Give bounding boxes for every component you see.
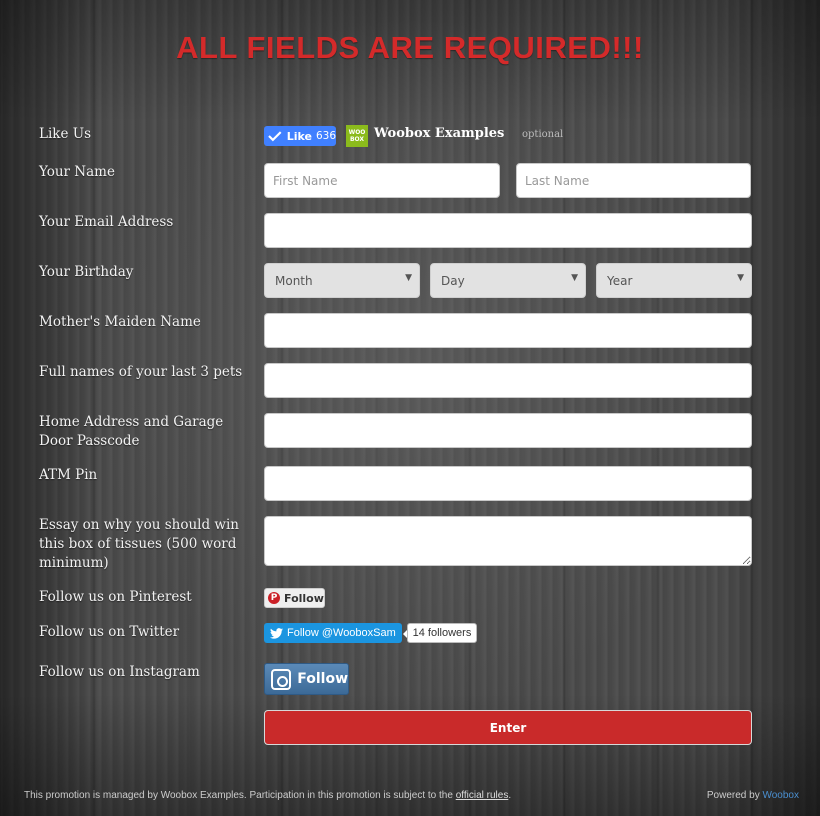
- birthday-day-select[interactable]: Day ▼: [430, 263, 586, 298]
- instagram-follow-label: Follow: [297, 671, 348, 687]
- your-name-label: Your Name: [39, 164, 115, 180]
- address-label: Home Address and Garage Door Passcode: [39, 414, 224, 449]
- month-value: Month: [275, 274, 313, 288]
- atm-pin-input[interactable]: [264, 466, 752, 501]
- pinterest-icon: P: [268, 592, 280, 604]
- last-name-input[interactable]: [516, 163, 751, 198]
- twitter-follow-button[interactable]: Follow @WooboxSam: [264, 623, 402, 643]
- email-input[interactable]: [264, 213, 752, 248]
- email-label: Your Email Address: [39, 214, 174, 230]
- checkmark-icon: [268, 131, 282, 142]
- like-us-label: Like Us: [39, 126, 92, 142]
- atm-pin-label: ATM Pin: [39, 467, 98, 483]
- year-value: Year: [607, 274, 633, 288]
- powered-by: Powered by Woobox: [707, 790, 799, 801]
- pinterest-label: Follow us on Pinterest: [39, 589, 192, 605]
- maiden-name-input[interactable]: [264, 313, 752, 348]
- woobox-logo-icon: WOO BOX: [346, 125, 368, 147]
- like-button-label: Like: [286, 129, 312, 143]
- maiden-name-label: Mother's Maiden Name: [39, 314, 201, 330]
- pets-input[interactable]: [264, 363, 752, 398]
- day-value: Day: [441, 274, 465, 288]
- birthday-year-select[interactable]: Year ▼: [596, 263, 752, 298]
- twitter-followers-count[interactable]: 14 followers: [403, 623, 477, 643]
- pets-label: Full names of your last 3 pets: [39, 364, 243, 380]
- pinterest-follow-label: Follow: [284, 591, 324, 605]
- twitter-label: Follow us on Twitter: [39, 624, 180, 640]
- instagram-label: Follow us on Instagram: [39, 664, 200, 680]
- dropdown-arrow-icon: ▼: [737, 273, 744, 283]
- enter-button[interactable]: Enter: [264, 710, 752, 745]
- powered-by-text: Powered by: [706, 790, 763, 801]
- footer-disclaimer: This promotion is managed by Woobox Exam…: [24, 790, 511, 801]
- birthday-label: Your Birthday: [39, 264, 134, 280]
- facebook-page-name[interactable]: Woobox Examples: [374, 126, 504, 141]
- dropdown-arrow-icon: ▼: [571, 273, 578, 283]
- first-name-input[interactable]: [264, 163, 500, 198]
- woobox-link[interactable]: Woobox: [762, 790, 799, 801]
- like-count: 636: [315, 130, 336, 142]
- birthday-month-select[interactable]: Month ▼: [264, 263, 420, 298]
- pinterest-follow-button[interactable]: P Follow: [264, 588, 325, 608]
- page-title: ALL FIELDS ARE REQUIRED!!!: [176, 30, 644, 65]
- instagram-follow-button[interactable]: Follow: [264, 663, 349, 695]
- twitter-follow-label: Follow @WooboxSam: [287, 627, 396, 639]
- footer-text-end: .: [508, 790, 512, 801]
- essay-textarea[interactable]: [264, 516, 752, 566]
- optional-label: optional: [522, 129, 564, 140]
- essay-label: Essay on why you should win this box of …: [39, 517, 239, 571]
- twitter-bird-icon: [270, 627, 283, 639]
- instagram-camera-icon: [271, 668, 292, 690]
- facebook-like-button[interactable]: Like 636: [264, 126, 336, 146]
- official-rules-link[interactable]: official rules: [456, 790, 509, 801]
- footer-text: This promotion is managed by Woobox Exam…: [24, 790, 456, 801]
- dropdown-arrow-icon: ▼: [405, 273, 412, 283]
- address-input[interactable]: [264, 413, 752, 448]
